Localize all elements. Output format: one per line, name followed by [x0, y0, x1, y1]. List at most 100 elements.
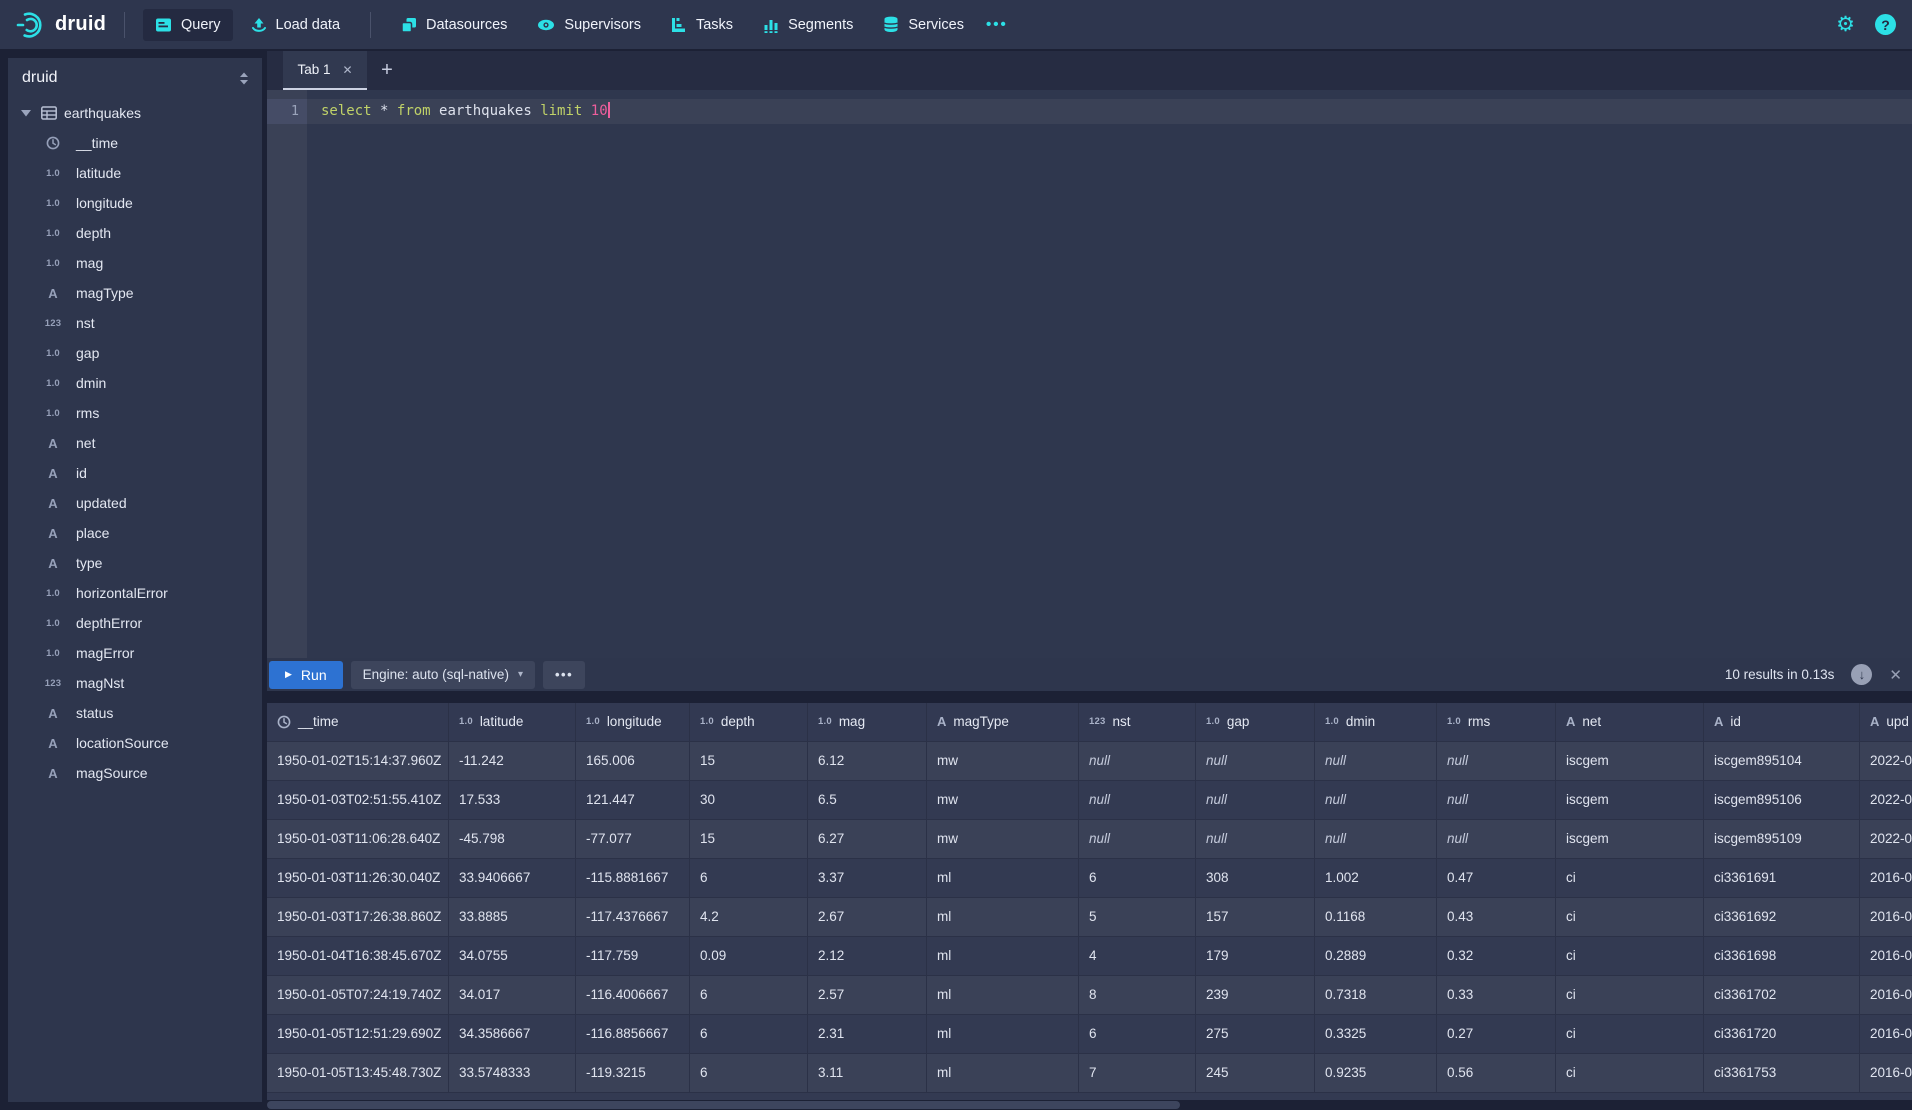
table-cell[interactable]: ml — [927, 1054, 1079, 1093]
table-cell[interactable]: iscgem — [1556, 742, 1704, 781]
table-cell[interactable]: null — [1437, 820, 1556, 859]
table-cell[interactable]: 34.3586667 — [449, 1015, 576, 1054]
table-cell[interactable]: 5 — [1079, 898, 1196, 937]
table-cell[interactable]: 2.12 — [808, 937, 927, 976]
table-cell[interactable]: 1950-01-03T11:06:28.640Z — [267, 820, 449, 859]
nav-item-load-data[interactable]: Load data — [239, 9, 353, 41]
tree-column-nst[interactable]: 123nst — [8, 308, 262, 338]
tree-column-depthError[interactable]: 1.0depthError — [8, 608, 262, 638]
table-cell[interactable]: ci3361753 — [1704, 1054, 1860, 1093]
download-icon[interactable]: ↓ — [1851, 664, 1872, 685]
table-cell[interactable]: iscgem895109 — [1704, 820, 1860, 859]
chevron-down-icon[interactable] — [18, 110, 34, 117]
table-cell[interactable]: 1950-01-03T11:26:30.040Z — [267, 859, 449, 898]
table-cell[interactable]: ci3361720 — [1704, 1015, 1860, 1054]
column-header-latitude[interactable]: 1.0latitude — [449, 703, 576, 742]
tree-column-magNst[interactable]: 123magNst — [8, 668, 262, 698]
table-cell[interactable]: 0.47 — [1437, 859, 1556, 898]
table-cell[interactable]: iscgem895104 — [1704, 742, 1860, 781]
tree-column-longitude[interactable]: 1.0longitude — [8, 188, 262, 218]
tree-column-magType[interactable]: AmagType — [8, 278, 262, 308]
column-header-time[interactable]: __time — [267, 703, 449, 742]
column-header-id[interactable]: Aid — [1704, 703, 1860, 742]
table-cell[interactable]: 1.002 — [1315, 859, 1437, 898]
table-cell[interactable]: null — [1196, 742, 1315, 781]
table-cell[interactable]: ci — [1556, 976, 1704, 1015]
more-menu-button[interactable]: ••• — [976, 8, 1018, 41]
table-cell[interactable]: 6.12 — [808, 742, 927, 781]
column-header-rms[interactable]: 1.0rms — [1437, 703, 1556, 742]
table-cell[interactable]: ci3361702 — [1704, 976, 1860, 1015]
table-cell[interactable]: 1950-01-03T02:51:55.410Z — [267, 781, 449, 820]
table-cell[interactable]: 2016-0 — [1860, 937, 1912, 976]
table-cell[interactable]: 121.447 — [576, 781, 690, 820]
tree-column-dmin[interactable]: 1.0dmin — [8, 368, 262, 398]
table-cell[interactable]: 0.1168 — [1315, 898, 1437, 937]
help-icon[interactable]: ? — [1875, 14, 1896, 35]
horizontal-scrollbar-track[interactable] — [267, 1100, 1912, 1110]
table-cell[interactable]: 2016-0 — [1860, 859, 1912, 898]
nav-item-services[interactable]: Services — [871, 8, 976, 41]
table-cell[interactable]: 15 — [690, 820, 808, 859]
table-cell[interactable]: 2016-0 — [1860, 976, 1912, 1015]
column-header-net[interactable]: Anet — [1556, 703, 1704, 742]
table-cell[interactable]: 3.37 — [808, 859, 927, 898]
table-cell[interactable]: 33.8885 — [449, 898, 576, 937]
table-cell[interactable]: iscgem — [1556, 781, 1704, 820]
table-cell[interactable]: 6 — [690, 1054, 808, 1093]
table-cell[interactable]: 6 — [690, 1015, 808, 1054]
table-cell[interactable]: null — [1437, 742, 1556, 781]
table-cell[interactable]: ml — [927, 1015, 1079, 1054]
column-header-dmin[interactable]: 1.0dmin — [1315, 703, 1437, 742]
table-cell[interactable]: 0.9235 — [1315, 1054, 1437, 1093]
nav-item-segments[interactable]: Segments — [751, 9, 865, 41]
table-cell[interactable]: null — [1079, 742, 1196, 781]
table-cell[interactable]: 4 — [1079, 937, 1196, 976]
table-cell[interactable]: 3.11 — [808, 1054, 927, 1093]
table-cell[interactable]: -117.4376667 — [576, 898, 690, 937]
table-cell[interactable]: 6 — [690, 859, 808, 898]
table-cell[interactable]: 179 — [1196, 937, 1315, 976]
table-cell[interactable]: 1950-01-04T16:38:45.670Z — [267, 937, 449, 976]
table-cell[interactable]: -116.4006667 — [576, 976, 690, 1015]
table-cell[interactable]: 6.27 — [808, 820, 927, 859]
double-caret-sort-icon[interactable] — [238, 71, 250, 86]
table-cell[interactable]: 275 — [1196, 1015, 1315, 1054]
tree-column-gap[interactable]: 1.0gap — [8, 338, 262, 368]
tree-column-type[interactable]: Atype — [8, 548, 262, 578]
tree-column-mag[interactable]: 1.0mag — [8, 248, 262, 278]
table-cell[interactable]: 0.7318 — [1315, 976, 1437, 1015]
column-header-mag[interactable]: 1.0mag — [808, 703, 927, 742]
table-cell[interactable]: iscgem895106 — [1704, 781, 1860, 820]
table-cell[interactable]: 2022-0 — [1860, 742, 1912, 781]
table-cell[interactable]: 2.31 — [808, 1015, 927, 1054]
tree-column-rms[interactable]: 1.0rms — [8, 398, 262, 428]
column-header-nst[interactable]: 123nst — [1079, 703, 1196, 742]
table-cell[interactable]: 0.43 — [1437, 898, 1556, 937]
table-cell[interactable]: 1950-01-05T13:45:48.730Z — [267, 1054, 449, 1093]
table-cell[interactable]: null — [1079, 820, 1196, 859]
column-header-gap[interactable]: 1.0gap — [1196, 703, 1315, 742]
table-cell[interactable]: -77.077 — [576, 820, 690, 859]
table-cell[interactable]: 33.5748333 — [449, 1054, 576, 1093]
nav-item-query[interactable]: Query — [143, 9, 233, 41]
table-cell[interactable]: 8 — [1079, 976, 1196, 1015]
nav-item-tasks[interactable]: Tasks — [659, 9, 745, 41]
table-cell[interactable]: 6.5 — [808, 781, 927, 820]
table-cell[interactable]: 0.27 — [1437, 1015, 1556, 1054]
tree-item-earthquakes[interactable]: earthquakes — [8, 98, 262, 128]
table-cell[interactable]: 17.533 — [449, 781, 576, 820]
table-cell[interactable]: 0.56 — [1437, 1054, 1556, 1093]
table-cell[interactable]: 2016-0 — [1860, 1015, 1912, 1054]
close-results-icon[interactable]: ✕ — [1889, 666, 1902, 684]
tree-column-updated[interactable]: Aupdated — [8, 488, 262, 518]
table-cell[interactable]: 1950-01-05T12:51:29.690Z — [267, 1015, 449, 1054]
table-cell[interactable]: 0.09 — [690, 937, 808, 976]
table-cell[interactable]: null — [1079, 781, 1196, 820]
nav-item-datasources[interactable]: Datasources — [389, 9, 519, 41]
table-cell[interactable]: 30 — [690, 781, 808, 820]
add-tab-button[interactable]: + — [367, 51, 407, 90]
tree-column-depth[interactable]: 1.0depth — [8, 218, 262, 248]
table-cell[interactable]: ml — [927, 937, 1079, 976]
table-cell[interactable]: 6 — [1079, 859, 1196, 898]
